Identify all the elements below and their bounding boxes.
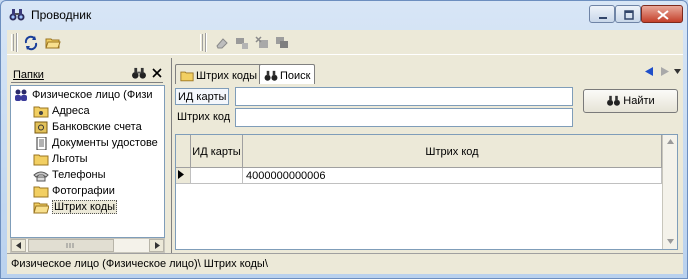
minimize-button[interactable] [589,5,615,23]
stamp-icon [236,37,248,49]
grid-delete-button[interactable] [252,33,272,52]
tree-item-benefits[interactable]: Льготы [33,151,88,167]
barcode-input[interactable] [235,108,573,127]
toolbar [7,30,683,55]
tree-item-label: Банковские счета [52,121,142,133]
phone-icon [33,169,49,182]
main-window: Проводник Папки Физическое лицо (Физи Ад… [0,0,688,279]
close-icon [657,10,669,20]
scroll-left-button[interactable] [11,239,26,252]
tree-item-barcodes[interactable]: Штрих коды [33,199,118,215]
tree-item-addresses[interactable]: Адреса [33,103,90,119]
eraser-button[interactable] [212,33,232,52]
folder-icon [33,105,49,118]
copy-icon [276,36,288,48]
folders-panel-title: Папки [13,69,44,81]
barcode-label: Штрих код [177,111,231,123]
title-bar[interactable]: Проводник [1,1,687,29]
tree-item-phones[interactable]: Телефоны [33,167,106,183]
binoculars-icon [264,70,278,81]
eraser-icon [216,37,228,48]
grid-header: ИД карты Штрих код [176,135,662,168]
stamp-button[interactable] [232,33,252,52]
tab-search[interactable]: Поиск [259,64,316,84]
search-button-label: Найти [623,95,655,107]
toolbar-separator-2 [205,33,207,52]
tree-item-photos[interactable]: Фотографии [33,183,115,199]
tree-item-label: Фотографии [52,185,115,197]
tree-item-label: Документы удостове [52,137,158,149]
grid-vertical-scrollbar[interactable] [662,135,677,249]
folder-icon [180,71,194,81]
arrow-left-icon [15,242,21,249]
card-id-input[interactable] [235,87,573,106]
open-folder-icon [45,38,61,48]
close-icon[interactable] [152,68,162,78]
arrow-right-icon [154,242,160,249]
search-button[interactable]: Найти [583,89,678,113]
grip-icon [66,243,74,248]
tree-horizontal-scrollbar[interactable] [10,238,165,253]
toolbar-separator [16,33,18,52]
results-grid: ИД карты Штрих код 4000000000006 [175,134,678,250]
folder-open-icon [33,201,50,214]
table-row[interactable]: 4000000000006 [176,168,662,184]
tab-label: Штрих коды [196,69,258,82]
tree-item-label: Адреса [52,105,90,117]
tree-item-bank-accounts[interactable]: Банковские счета [33,119,142,135]
document-icon [33,136,49,150]
binoculars-icon [9,9,25,21]
arrow-down-icon[interactable] [667,239,674,244]
tab-barcodes[interactable]: Штрих коды [175,64,263,84]
tree-item-root[interactable]: Физическое лицо (Физи [13,87,153,103]
tree-item-label: Льготы [52,153,88,165]
row-pointer-icon [178,170,184,179]
nav-next-icon[interactable] [660,67,669,76]
content-panel: Штрих коды Поиск ИД карты Штрих код Найт… [172,58,683,253]
nav-prev-icon[interactable] [645,67,654,76]
cell-card-id[interactable] [191,168,243,184]
nav-menu-icon[interactable] [674,69,681,74]
scroll-right-button[interactable] [149,239,164,252]
tab-label: Поиск [280,69,311,82]
current-row-indicator [176,168,191,184]
window-title: Проводник [31,8,92,22]
scroll-thumb[interactable] [28,239,114,252]
arrow-up-icon[interactable] [667,139,674,144]
column-header-barcode[interactable]: Штрих код [243,135,662,168]
refresh-button[interactable] [21,33,41,52]
status-path: Физическое лицо (Физическое лицо)\ Штрих… [11,258,268,270]
folders-panel-header: Папки [11,66,163,83]
cell-barcode[interactable]: 4000000000006 [243,168,662,184]
tree-item-label: Физическое лицо (Физи [32,89,153,101]
status-bar: Физическое лицо (Физическое лицо)\ Штрих… [7,253,683,274]
close-button[interactable] [641,5,683,23]
binoculars-icon [607,95,621,106]
tree-item-label: Телефоны [52,169,106,181]
minimize-icon [599,17,607,19]
folder-tree: Физическое лицо (Физи Адреса Банковские … [10,85,165,238]
client-area: Папки Физическое лицо (Физи Адреса Банко… [7,30,683,274]
card-id-label: ИД карты [175,88,230,105]
maximize-icon [624,10,634,20]
tree-item-label: Штрих коды [52,200,118,214]
person-icon [13,89,29,102]
tree-item-documents[interactable]: Документы удостове [33,135,158,151]
grid-delete-icon [255,35,268,48]
copy-button[interactable] [272,33,292,52]
toolbar-grip-2[interactable] [200,34,203,51]
open-folder-button[interactable] [43,33,63,52]
folders-panel: Папки Физическое лицо (Физи Адреса Банко… [7,58,167,253]
refresh-icon [24,35,38,50]
toolbar-grip[interactable] [11,34,14,51]
safe-icon [33,121,49,134]
binoculars-icon[interactable] [131,67,147,80]
folder-icon [33,185,49,198]
row-indicator-header [176,135,191,168]
maximize-button[interactable] [615,5,641,23]
folder-icon [33,153,49,166]
column-header-card-id[interactable]: ИД карты [191,135,243,168]
